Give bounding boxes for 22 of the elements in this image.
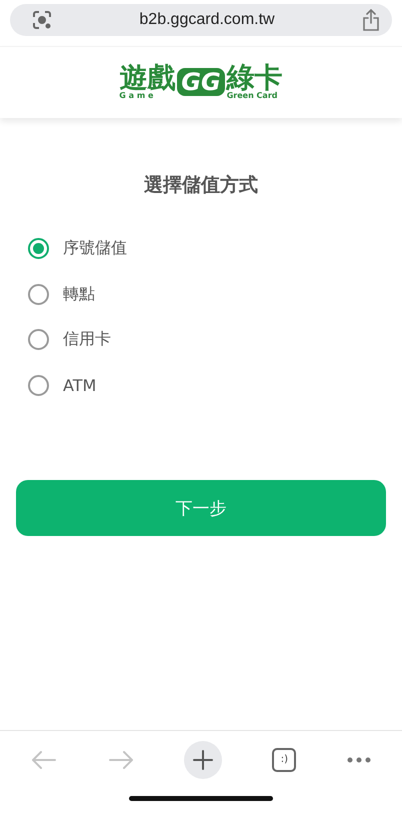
option-label[interactable]: ATM xyxy=(63,376,96,395)
radio-button[interactable] xyxy=(28,238,49,260)
option-label[interactable]: 轉點 xyxy=(63,284,95,305)
logo-caption: Green Card xyxy=(226,92,278,101)
radio-button[interactable] xyxy=(28,374,49,396)
tabs-button[interactable]: :) xyxy=(272,748,296,772)
option-label[interactable]: 序號儲值 xyxy=(63,238,127,260)
logo-caption: G a m e xyxy=(119,92,154,101)
camera-search-icon[interactable] xyxy=(32,10,52,30)
option-label[interactable]: 信用卡 xyxy=(63,329,111,350)
new-tab-button[interactable] xyxy=(184,740,222,778)
logo-text: 遊戲 xyxy=(119,64,176,92)
radio-button[interactable] xyxy=(28,329,49,350)
plus-icon xyxy=(192,750,213,770)
more-icon[interactable] xyxy=(346,756,371,762)
logo-text: 綠卡 xyxy=(226,64,283,92)
radio-button[interactable] xyxy=(28,284,49,305)
page-title: 選擇儲值方式 xyxy=(143,173,259,198)
url-text: b2b.ggcard.com.tw xyxy=(139,11,275,29)
address-bar[interactable]: b2b.ggcard.com.tw xyxy=(10,4,392,36)
share-icon[interactable] xyxy=(362,9,380,31)
logo-badge: GG xyxy=(177,68,225,96)
